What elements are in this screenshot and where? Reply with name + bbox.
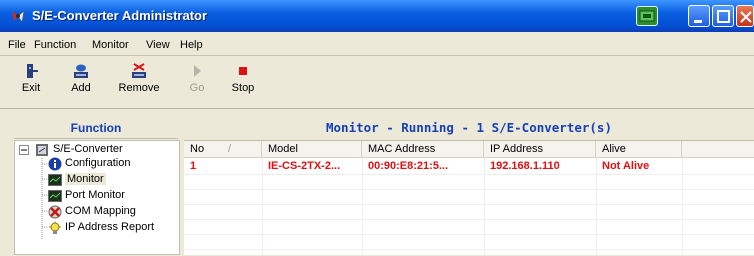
network-status-icon[interactable] [636,6,658,26]
grid-header-row: No / Model MAC Address IP Address Alive [184,141,754,158]
cell-no: 1 [190,160,197,172]
column-header-no[interactable]: No / [184,141,262,158]
close-icon [740,11,752,23]
function-tree: S/E-Converter Configuration Monitor Port… [14,140,180,255]
grid-hline [184,204,754,205]
exit-label: Exit [21,82,41,94]
maximize-button[interactable] [712,5,734,27]
menu-bar: File Function Monitor View Help [0,36,754,56]
cell-model: IE-CS-2TX-2... [268,160,341,172]
tree-item-ip-address-report[interactable]: IP Address Report [65,221,154,233]
function-panel-header: Function [14,117,178,139]
monitor-icon [48,173,62,187]
cell-mac-address: 00:90:E8:21:5... [368,160,449,172]
minimize-icon [694,20,702,23]
exit-icon [21,61,41,81]
maximize-icon [717,10,730,23]
lightbulb-icon [48,221,62,235]
menu-monitor[interactable]: Monitor [92,39,129,51]
column-header-alive[interactable]: Alive [596,141,682,158]
sort-indicator: / [228,143,232,155]
app-window: S/E-Converter Administrator File Functio… [0,0,754,256]
column-header-model[interactable]: Model [262,141,362,158]
title-bar[interactable]: S/E-Converter Administrator [0,0,754,32]
column-no-label: No [190,143,205,155]
toolbar: Exit Add Remove Go Stop [0,57,754,109]
add-icon [71,61,91,81]
close-button[interactable] [736,5,754,27]
stop-label: Stop [231,82,255,94]
exit-button[interactable]: Exit [18,59,44,105]
grid-hline [184,219,754,220]
minimize-button[interactable] [688,5,710,27]
add-button[interactable]: Add [64,59,98,105]
tree-root-label[interactable]: S/E-Converter [53,143,123,155]
tree-item-port-monitor[interactable]: Port Monitor [65,189,125,201]
app-icon [10,8,26,24]
window-title: S/E-Converter Administrator [32,8,208,23]
column-header-mac-address[interactable]: MAC Address [362,141,484,158]
grid-hline [184,249,754,250]
stop-icon [233,61,253,81]
remove-label: Remove [118,82,160,94]
grid-hline [184,234,754,235]
info-icon [48,157,62,171]
cell-alive: Not Alive [602,160,650,172]
port-monitor-icon [48,189,62,203]
tree-item-com-mapping[interactable]: COM Mapping [65,205,136,217]
grid-hline [184,189,754,190]
menu-view[interactable]: View [146,39,170,51]
stop-button[interactable]: Stop [228,59,258,105]
go-label: Go [189,82,205,94]
com-mapping-icon [48,205,62,219]
go-button[interactable]: Go [184,59,210,105]
menu-function[interactable]: Function [34,39,76,51]
column-header-ip-address[interactable]: IP Address [484,141,596,158]
go-icon [187,61,207,81]
remove-icon [129,61,149,81]
menu-help[interactable]: Help [180,39,203,51]
add-label: Add [71,82,91,94]
cell-ip-address: 192.168.1.110 [490,160,560,172]
menu-file[interactable]: File [8,39,26,51]
monitor-panel-header: Monitor - Running - 1 S/E-Converter(s) [326,120,612,135]
tree-item-monitor[interactable]: Monitor [65,173,106,185]
remove-button[interactable]: Remove [114,59,164,105]
tree-item-configuration[interactable]: Configuration [65,157,130,169]
table-row[interactable]: 1 IE-CS-2TX-2... 00:90:E8:21:5... 192.16… [184,159,754,174]
grid-hline [184,174,754,175]
device-grid: No / Model MAC Address IP Address Alive … [184,140,754,256]
